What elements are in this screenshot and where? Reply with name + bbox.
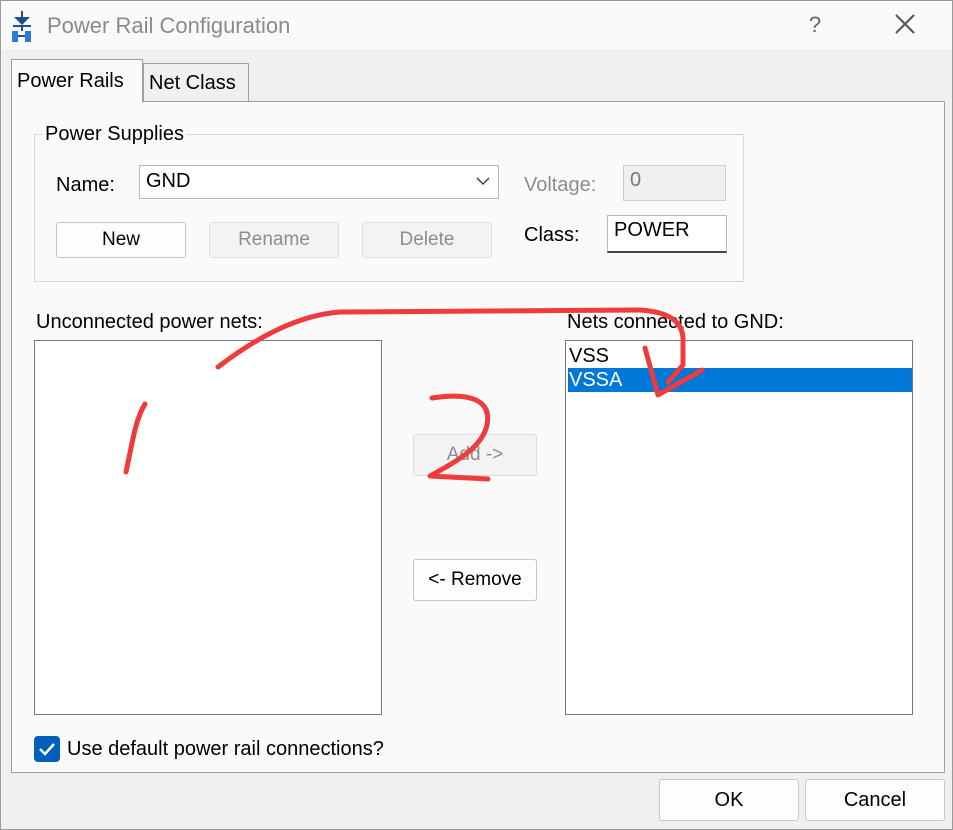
voltage-field: 0 <box>623 165 726 201</box>
tab-power-rails[interactable]: Power Rails <box>11 59 143 103</box>
add-button: Add -> <box>413 434 537 476</box>
delete-button: Delete <box>362 222 492 258</box>
remove-button[interactable]: <- Remove <box>413 559 537 601</box>
ok-button[interactable]: OK <box>659 779 799 821</box>
connected-nets-label: Nets connected to GND: <box>567 311 784 333</box>
use-default-label: Use default power rail connections? <box>67 738 384 760</box>
window-title: Power Rail Configuration <box>47 13 291 38</box>
name-dropdown[interactable]: GND <box>139 165 499 199</box>
chevron-down-icon <box>476 177 490 186</box>
connected-nets-list[interactable]: VSS VSSA <box>565 340 913 715</box>
checkmark-icon <box>39 743 55 756</box>
power-supplies-label: Power Supplies <box>43 123 186 146</box>
class-label: Class: <box>524 224 580 246</box>
voltage-label: Voltage: <box>524 174 597 196</box>
rename-button: Rename <box>209 222 339 258</box>
power-rail-dialog: Power Rail Configuration ? Power Rails N… <box>0 0 953 830</box>
power-supplies-group <box>34 134 744 282</box>
list-item-vssa[interactable]: VSSA <box>568 368 912 392</box>
app-icon <box>12 11 31 42</box>
unconnected-nets-label: Unconnected power nets: <box>36 311 263 333</box>
unconnected-nets-list[interactable] <box>34 340 382 715</box>
cancel-button[interactable]: Cancel <box>805 779 945 821</box>
name-label: Name: <box>56 174 115 196</box>
new-button[interactable]: New <box>56 222 186 258</box>
name-dropdown-value: GND <box>146 170 191 192</box>
tab-net-class[interactable]: Net Class <box>143 63 249 101</box>
list-item-vss[interactable]: VSS <box>568 344 609 368</box>
close-icon[interactable] <box>885 7 925 43</box>
use-default-checkbox[interactable] <box>34 736 60 762</box>
class-field[interactable]: POWER <box>607 215 727 253</box>
help-button[interactable]: ? <box>797 7 833 43</box>
title-bar: Power Rail Configuration ? <box>1 1 952 49</box>
